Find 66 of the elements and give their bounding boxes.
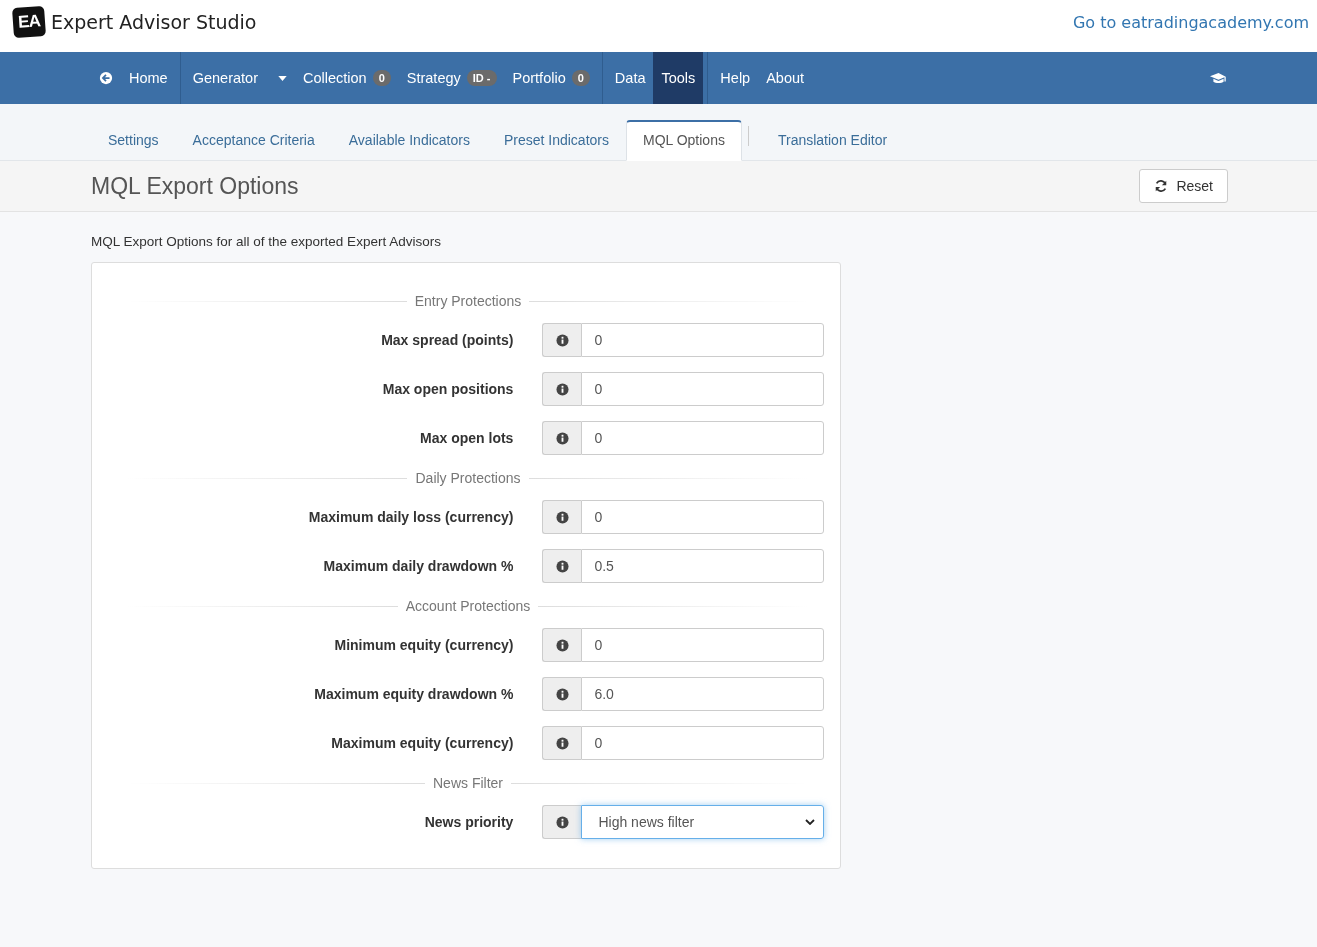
section-heading: Account Protections: [405, 598, 531, 614]
field-label: Max open lots: [419, 430, 514, 446]
info-addon[interactable]: [542, 323, 582, 357]
field-label: Maximum equity (currency): [330, 735, 514, 751]
info-icon: [555, 333, 569, 347]
count-badge: 0: [372, 70, 391, 86]
tab[interactable]: Preset Indicators: [486, 121, 626, 161]
field-label: Max spread (points): [380, 332, 514, 348]
tab[interactable]: Translation Editor: [760, 121, 905, 161]
info-icon: [555, 431, 569, 445]
description-text: MQL Export Options for all of the exported Expert Advisors: [91, 234, 442, 249]
info-icon: [555, 510, 569, 524]
info-icon: [555, 736, 569, 750]
info-icon: [555, 638, 569, 652]
info-addon[interactable]: [542, 372, 582, 406]
field-label: Maximum equity drawdown %: [313, 686, 514, 702]
info-icon: [555, 687, 569, 701]
tab[interactable]: Available Indicators: [331, 121, 487, 161]
tab[interactable]: Acceptance Criteria: [175, 121, 332, 161]
info-addon[interactable]: [542, 549, 582, 583]
field-label: News priority: [423, 814, 514, 830]
number-field[interactable]: 0: [581, 421, 824, 455]
nav-item[interactable]: Tools: [653, 52, 704, 104]
site-link[interactable]: Go to eatradingacademy.com: [1072, 12, 1309, 32]
nav-item[interactable]: Strategy ID -: [398, 52, 505, 104]
nav-item[interactable]: About: [758, 52, 813, 104]
number-field[interactable]: 0: [581, 628, 824, 662]
number-field[interactable]: 6.0: [581, 677, 824, 711]
logo-icon: EA: [12, 5, 46, 39]
section-heading: News Filter: [433, 775, 503, 791]
select-dropdown[interactable]: High news filter: [581, 805, 824, 839]
count-badge: ID -: [466, 70, 497, 86]
section-heading: Daily Protections: [415, 470, 521, 486]
field-label: Minimum equity (currency): [333, 637, 514, 653]
app-name: Expert Advisor Studio: [51, 11, 257, 33]
info-addon[interactable]: [542, 726, 582, 760]
reset-button[interactable]: Reset: [1139, 169, 1228, 203]
info-icon: [555, 559, 569, 573]
number-field[interactable]: 0: [581, 500, 824, 534]
tab[interactable]: MQL Options: [626, 120, 742, 161]
chevron-icon: [805, 819, 815, 825]
nav-item[interactable]: Portfolio 0: [504, 52, 598, 104]
info-icon: [555, 382, 569, 396]
number-field[interactable]: 0: [581, 372, 824, 406]
graduation-cap-icon[interactable]: [1210, 71, 1227, 85]
info-icon: [555, 815, 569, 829]
number-field[interactable]: 0.5: [581, 549, 824, 583]
nav-item[interactable]: Home: [91, 52, 176, 104]
info-addon[interactable]: [542, 421, 582, 455]
back-arrow-icon: [99, 71, 113, 85]
count-badge: 0: [571, 70, 590, 86]
info-addon[interactable]: [542, 805, 582, 839]
caret-icon: [278, 75, 287, 81]
field-label: Maximum daily drawdown %: [322, 558, 514, 574]
number-field[interactable]: 0: [581, 323, 824, 357]
info-addon[interactable]: [542, 677, 582, 711]
tab[interactable]: Settings: [91, 121, 176, 161]
refresh-icon: [1154, 179, 1169, 193]
section-heading: Entry Protections: [414, 293, 522, 309]
nav-item[interactable]: Collection 0: [295, 52, 399, 104]
number-field[interactable]: 0: [581, 726, 824, 760]
field-label: Maximum daily loss (currency): [307, 509, 514, 525]
page-title: MQL Export Options: [91, 172, 299, 200]
field-label: Max open positions: [381, 381, 514, 397]
info-addon[interactable]: [542, 628, 582, 662]
info-addon[interactable]: [542, 500, 582, 534]
